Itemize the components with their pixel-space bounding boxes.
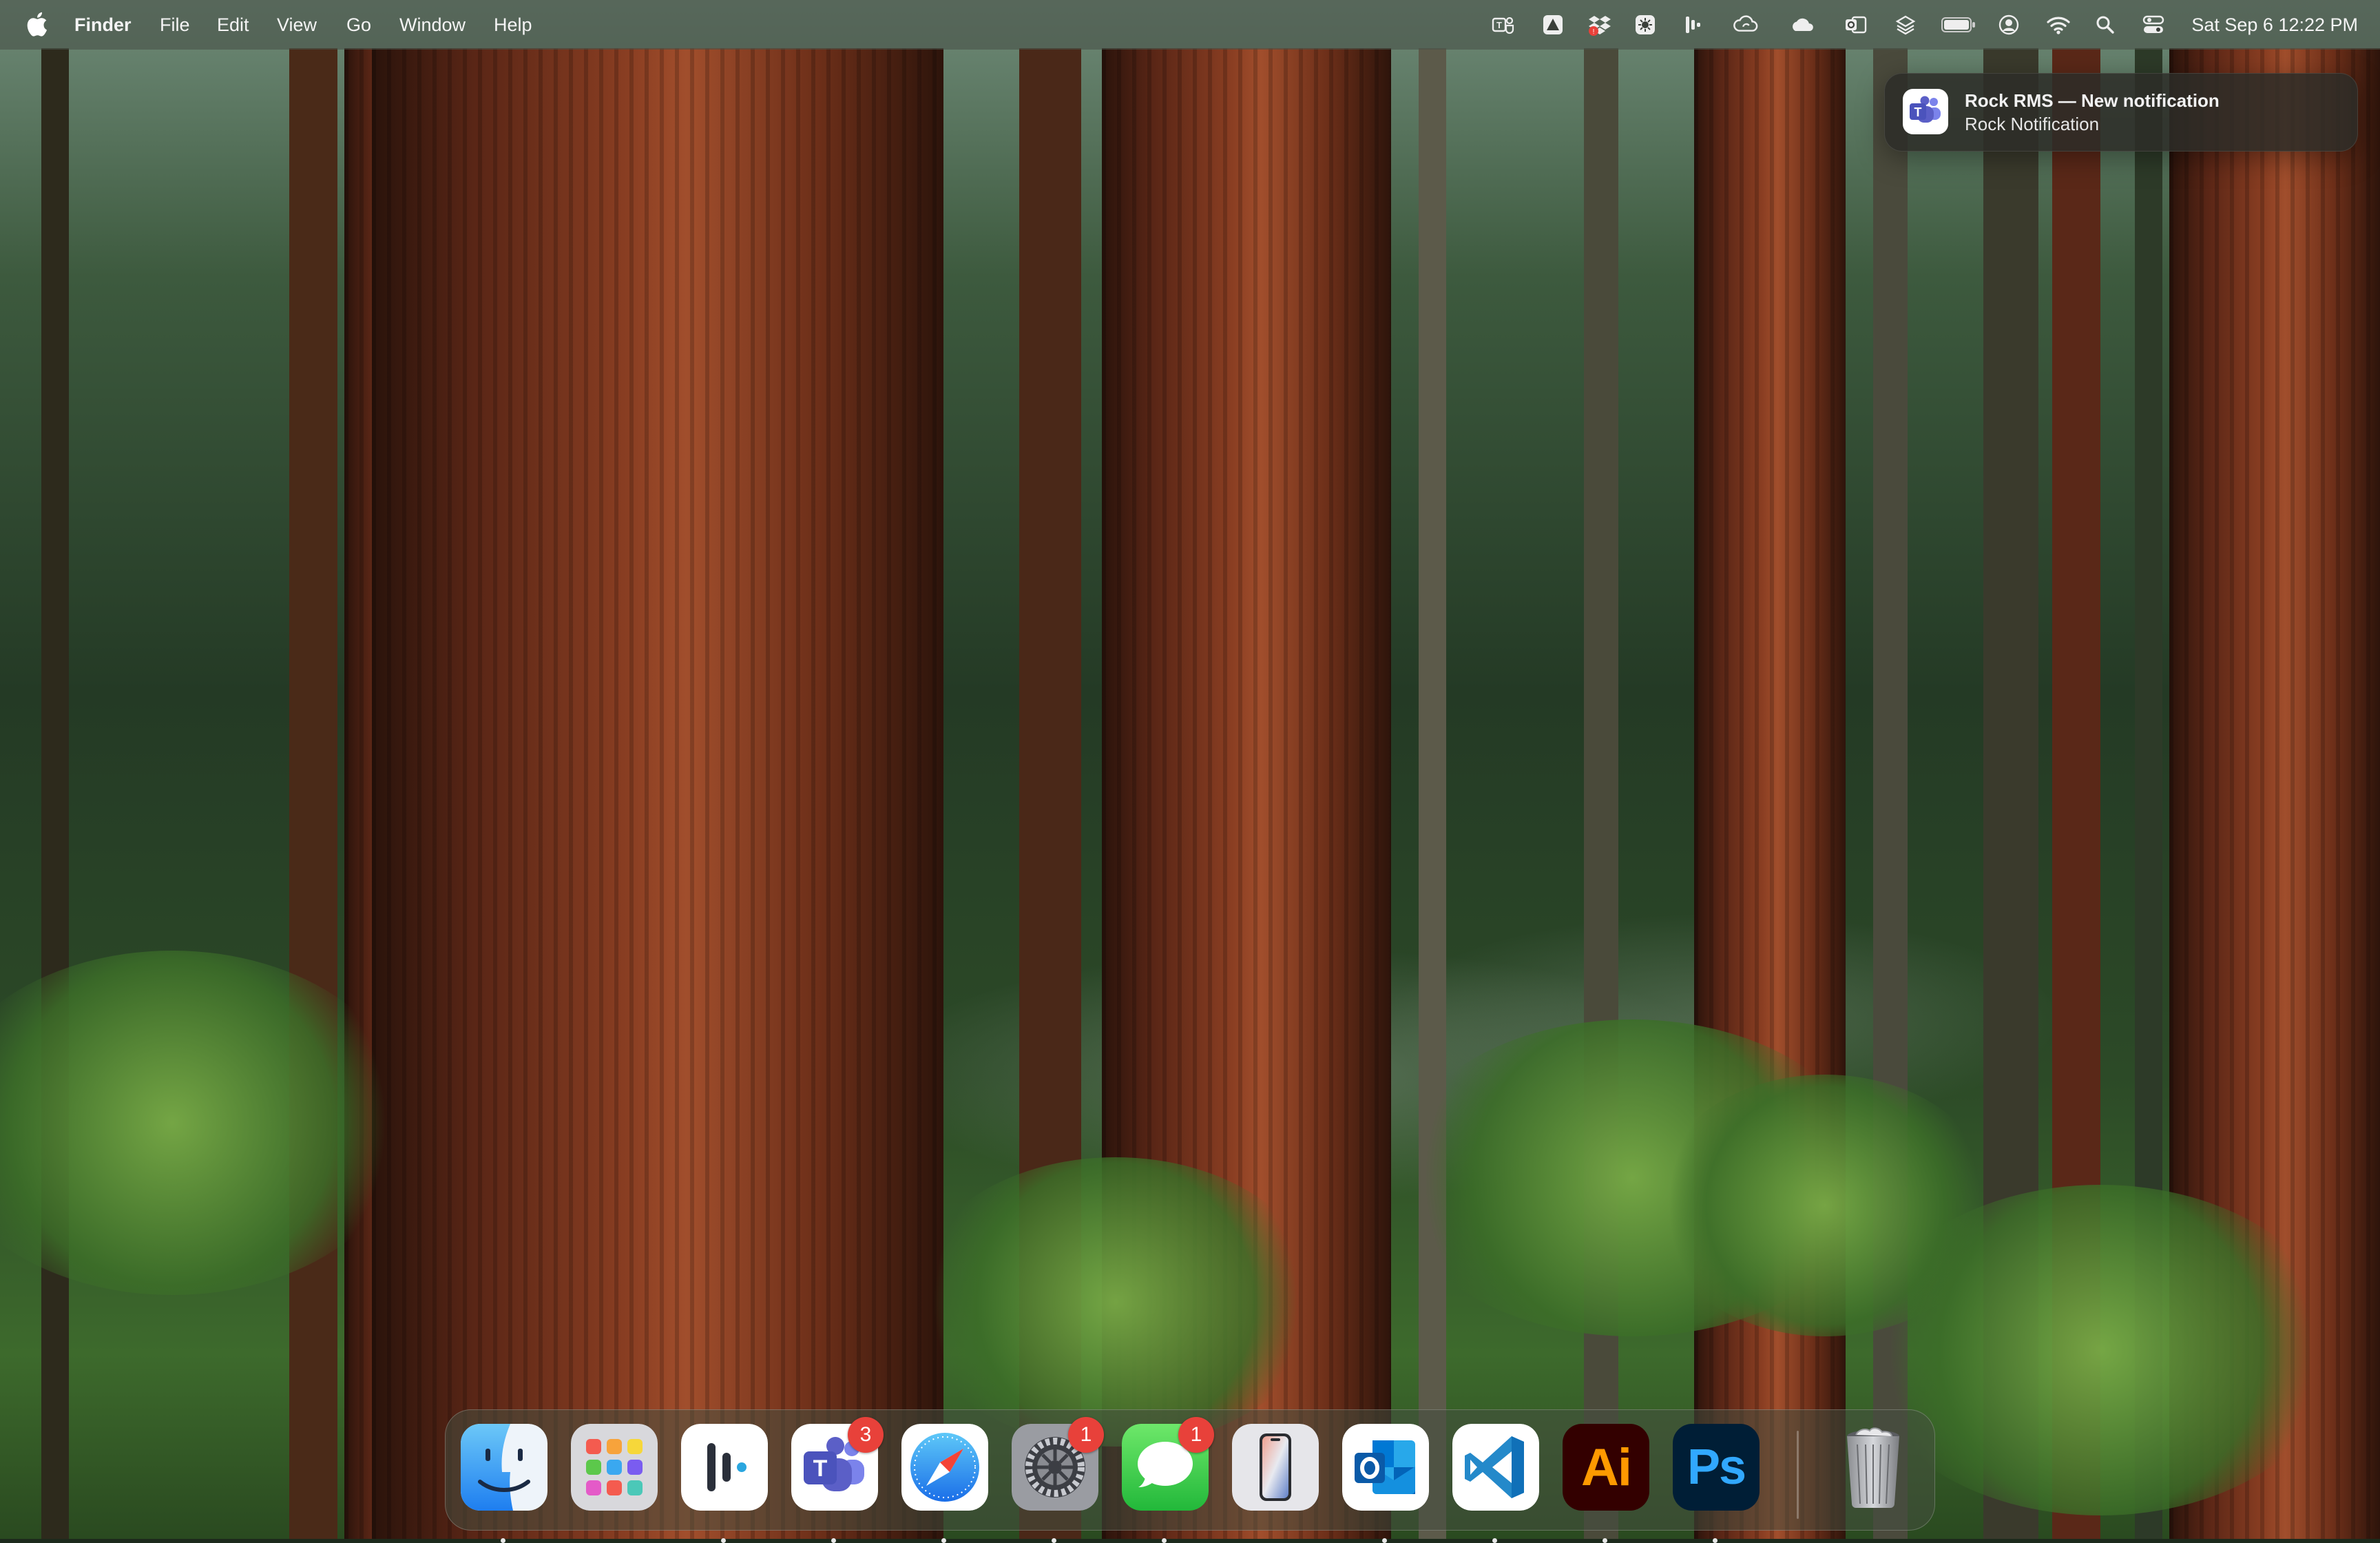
menu-file[interactable]: File: [160, 14, 190, 36]
running-indicator: [721, 1538, 726, 1543]
running-indicator: [501, 1538, 505, 1543]
dock-app-teams[interactable]: T 3: [791, 1417, 884, 1543]
svg-text:!: !: [1593, 28, 1595, 36]
svg-text:T: T: [1496, 20, 1502, 30]
onedrive-status-icon[interactable]: [1789, 12, 1815, 37]
dock-app-photoshop[interactable]: Ps: [1673, 1424, 1760, 1543]
tip-status-icon[interactable]: [1540, 12, 1566, 37]
svg-text:T: T: [1914, 105, 1922, 119]
photoshop-icon: Ps: [1673, 1424, 1760, 1511]
safari-icon: [901, 1424, 988, 1511]
trash-icon: [1830, 1424, 1917, 1511]
bars-status-icon[interactable]: [1680, 12, 1706, 37]
menu-go[interactable]: Go: [346, 14, 371, 36]
launchpad-icon: [571, 1424, 658, 1511]
notification-badge: 1: [1178, 1417, 1214, 1453]
finder-icon: [461, 1424, 547, 1511]
apple-logo-icon[interactable]: [25, 10, 48, 39]
dock-app-linear[interactable]: [681, 1424, 768, 1543]
vscode-icon: [1452, 1424, 1539, 1511]
outlook-status-icon[interactable]: [1843, 12, 1869, 37]
dock-divider: [1797, 1431, 1799, 1519]
dock-app-iphone-mirroring[interactable]: [1232, 1424, 1319, 1511]
menu-app-name[interactable]: Finder: [74, 14, 132, 36]
linear-icon: [681, 1424, 768, 1511]
running-indicator: [1382, 1538, 1387, 1543]
sun-status-icon[interactable]: [1632, 12, 1658, 37]
running-indicator: [941, 1538, 946, 1543]
search-icon[interactable]: [2092, 12, 2118, 37]
svg-text:T: T: [813, 1456, 828, 1482]
dock-app-launchpad[interactable]: [571, 1424, 658, 1511]
dock-app-outlook[interactable]: [1342, 1424, 1429, 1543]
illustrator-icon: Ai: [1563, 1424, 1649, 1511]
running-indicator: [1603, 1538, 1607, 1543]
desktop-wallpaper: [0, 0, 2380, 1539]
teams-status-icon[interactable]: T: [1490, 12, 1516, 37]
running-indicator: [1052, 1538, 1056, 1543]
iphone-icon: [1232, 1424, 1319, 1511]
running-indicator: [1492, 1538, 1497, 1543]
notification-title: Rock RMS — New notification: [1965, 90, 2220, 111]
dock-app-illustrator[interactable]: Ai: [1563, 1424, 1649, 1543]
dock-app-trash[interactable]: [1830, 1424, 1917, 1511]
running-indicator: [831, 1538, 836, 1543]
cloud-sync-status-icon[interactable]: [1733, 12, 1759, 37]
wifi-icon[interactable]: [2045, 12, 2071, 37]
notification-badge: 1: [1068, 1417, 1104, 1453]
menu-view[interactable]: View: [277, 14, 317, 36]
illustrator-label: Ai: [1581, 1438, 1632, 1497]
dock-app-system-settings[interactable]: 1: [1012, 1417, 1104, 1543]
battery-icon[interactable]: [1939, 12, 1978, 37]
dock-app-safari[interactable]: [901, 1424, 988, 1543]
layers-status-icon[interactable]: [1892, 12, 1919, 37]
running-indicator: [1162, 1538, 1167, 1543]
notification-body: Rock Notification: [1965, 114, 2100, 134]
photoshop-label: Ps: [1687, 1440, 1746, 1495]
menu-edit[interactable]: Edit: [217, 14, 249, 36]
menu-bar: Finder File Edit View Go Window Help T !: [0, 0, 2380, 50]
teams-icon: T: [1903, 89, 1948, 134]
user-icon[interactable]: [1996, 12, 2022, 37]
dock-app-finder[interactable]: [461, 1424, 547, 1543]
running-indicator: [1713, 1538, 1718, 1543]
notification-banner[interactable]: T Rock RMS — New notification Rock Notif…: [1884, 73, 2358, 152]
dock-app-vscode[interactable]: [1452, 1424, 1539, 1543]
dock-app-messages[interactable]: 1: [1122, 1417, 1214, 1543]
menu-help[interactable]: Help: [494, 14, 532, 36]
menu-window[interactable]: Window: [399, 14, 466, 36]
control-center-icon[interactable]: [2140, 12, 2167, 37]
outlook-icon: [1342, 1424, 1429, 1511]
dropbox-status-icon[interactable]: !: [1587, 12, 1613, 37]
menu-clock[interactable]: Sat Sep 6 12:22 PM: [2191, 14, 2358, 36]
dock: T 3 1 1 Ai Ps: [445, 1409, 1935, 1543]
notification-badge: 3: [848, 1417, 884, 1453]
